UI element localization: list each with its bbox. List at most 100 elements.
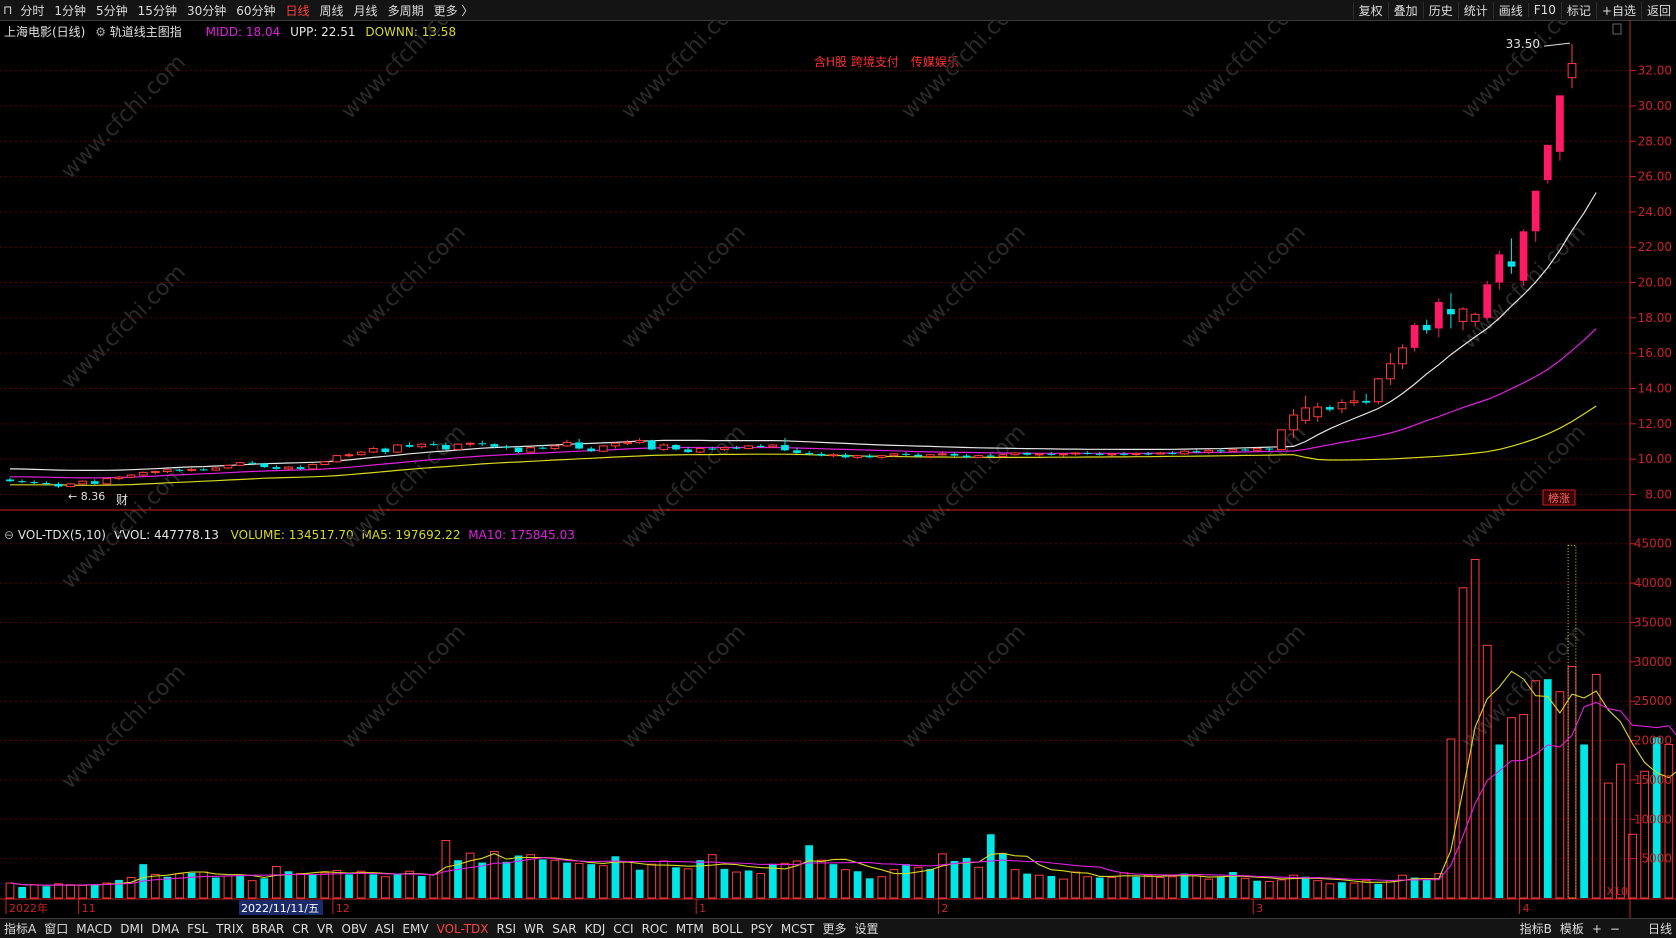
tab-15min[interactable]: 15分钟 xyxy=(133,2,182,19)
candle-body xyxy=(442,445,450,450)
watermark-text: www.cfchi.com xyxy=(57,460,191,594)
volume-bar-up xyxy=(1034,874,1044,899)
tab-vr[interactable]: VR xyxy=(313,922,338,936)
candle-body xyxy=(962,455,971,458)
chart-canvas[interactable]: www.cfchi.com www.cfchi.com www.cfchi.com w… xyxy=(0,20,1676,918)
volume-bar-up xyxy=(647,863,657,899)
tab-dmi[interactable]: DMI xyxy=(116,922,147,936)
tab-boll[interactable]: BOLL xyxy=(708,922,747,936)
watermark-text: www.cfchi.com xyxy=(1457,620,1591,754)
overlay-button[interactable]: 叠加 xyxy=(1387,1,1423,19)
statistics-button[interactable]: 统计 xyxy=(1457,1,1493,19)
candle-up xyxy=(1010,452,1020,456)
tab-intraday[interactable]: 分时 xyxy=(15,2,49,19)
tab-mcst[interactable]: MCST xyxy=(777,922,819,936)
candle-body xyxy=(756,445,765,447)
volume-bar-up xyxy=(598,865,608,899)
f10-button[interactable]: F10 xyxy=(1527,3,1561,17)
back-button[interactable]: 返回 xyxy=(1640,1,1676,19)
tab-window[interactable]: 窗口 xyxy=(40,920,72,937)
history-button[interactable]: 历史 xyxy=(1422,1,1458,19)
candle-up xyxy=(114,475,124,481)
volume-bar-down xyxy=(417,875,426,898)
candle-down xyxy=(817,452,826,457)
tab-30min[interactable]: 30分钟 xyxy=(182,2,231,19)
zoom-in-button[interactable]: + xyxy=(1588,922,1606,936)
mark-button[interactable]: 标记 xyxy=(1560,1,1596,19)
tab-roc[interactable]: ROC xyxy=(638,922,672,936)
tab-weekly[interactable]: 周线 xyxy=(315,2,349,19)
volume-bar-up xyxy=(126,877,136,899)
tab-5min[interactable]: 5分钟 xyxy=(91,2,133,19)
tab-fsl[interactable]: FSL xyxy=(183,922,212,936)
candle-body xyxy=(175,469,184,471)
tab-1min[interactable]: 1分钟 xyxy=(49,2,91,19)
tab-asi[interactable]: ASI xyxy=(371,922,398,936)
volume-bar-up xyxy=(623,861,632,899)
watermark-text: www.cfchi.com xyxy=(617,620,751,754)
volume-bar-down xyxy=(1095,877,1104,898)
watermark-text: www.cfchi.com xyxy=(337,220,471,354)
tab-more-indicators[interactable]: 更多 xyxy=(819,920,851,937)
zoom-out-button[interactable]: − xyxy=(1606,922,1624,936)
tab-macd[interactable]: MACD xyxy=(72,922,116,936)
period-daily-button[interactable]: 日线 xyxy=(1644,920,1676,937)
volume-bar-up xyxy=(1277,879,1286,899)
candle-body xyxy=(925,454,935,457)
volume-bar-up xyxy=(1519,714,1528,899)
adjust-button[interactable]: 复权 xyxy=(1352,1,1388,19)
watermark-text: www.cfchi.com xyxy=(337,420,471,554)
tab-psy[interactable]: PSY xyxy=(747,922,777,936)
volume-bar-up xyxy=(1385,880,1395,899)
tab-mtm[interactable]: MTM xyxy=(672,922,708,936)
tab-indicator-a[interactable]: 指标A xyxy=(0,920,40,937)
tab-daily[interactable]: 日线 xyxy=(281,2,315,19)
date-label: 12 xyxy=(336,902,350,915)
tab-settings[interactable]: 设置 xyxy=(851,920,883,937)
tab-trix[interactable]: TRIX xyxy=(212,922,247,936)
tab-cr[interactable]: CR xyxy=(288,922,313,936)
tab-sar[interactable]: SAR xyxy=(548,922,580,936)
menu-icon[interactable]: ⊓ xyxy=(0,3,15,17)
timeframe-toolbar: ⊓ 分时 1分钟 5分钟 15分钟 30分钟 60分钟 日线 周线 月线 多周期… xyxy=(0,0,1676,21)
candle-body xyxy=(150,471,160,474)
date-label: 11 xyxy=(82,902,96,915)
candle-up xyxy=(744,445,753,450)
draw-button[interactable]: 画线 xyxy=(1492,1,1528,19)
tab-dma[interactable]: DMA xyxy=(147,922,183,936)
candle-down xyxy=(1422,319,1431,334)
tab-more[interactable]: 更多 〉 xyxy=(429,2,479,19)
candle-body xyxy=(1434,301,1443,329)
tab-kdj[interactable]: KDJ xyxy=(581,922,610,936)
volume-bar-up xyxy=(78,884,88,899)
tab-rsi[interactable]: RSI xyxy=(493,922,521,936)
indicator-b-button[interactable]: 指标B xyxy=(1516,920,1556,937)
tab-cci[interactable]: CCI xyxy=(609,922,637,936)
candle-body xyxy=(199,469,208,471)
tab-emv[interactable]: EMV xyxy=(398,922,432,936)
watermark-text: www.cfchi.com xyxy=(337,620,471,754)
candle-body xyxy=(332,455,342,463)
volume-bar-down xyxy=(260,878,269,898)
candle-body xyxy=(611,442,620,447)
tab-60min[interactable]: 60分钟 xyxy=(231,2,280,19)
watermark-text: www.cfchi.com xyxy=(1177,220,1311,354)
tab-vol-tdx[interactable]: VOL-TDX xyxy=(433,922,493,936)
candle-body xyxy=(1010,452,1020,456)
volume-bar-up xyxy=(320,872,330,899)
candle-up xyxy=(768,444,778,448)
tab-multi-period[interactable]: 多周期 xyxy=(383,2,429,19)
tab-wr[interactable]: WR xyxy=(520,922,548,936)
candle-up xyxy=(877,454,887,460)
tab-obv[interactable]: OBV xyxy=(338,922,372,936)
candle-up xyxy=(332,454,342,463)
candle-body xyxy=(538,447,547,449)
candle-down xyxy=(575,438,583,450)
candle-body xyxy=(478,443,487,445)
tab-monthly[interactable]: 月线 xyxy=(349,2,383,19)
template-button[interactable]: 模板 xyxy=(1556,920,1588,937)
tab-brar[interactable]: BRAR xyxy=(248,922,289,936)
add-watchlist-button[interactable]: +自选 xyxy=(1595,1,1641,19)
volume-bar-down xyxy=(42,886,51,898)
candle-body xyxy=(211,467,221,471)
